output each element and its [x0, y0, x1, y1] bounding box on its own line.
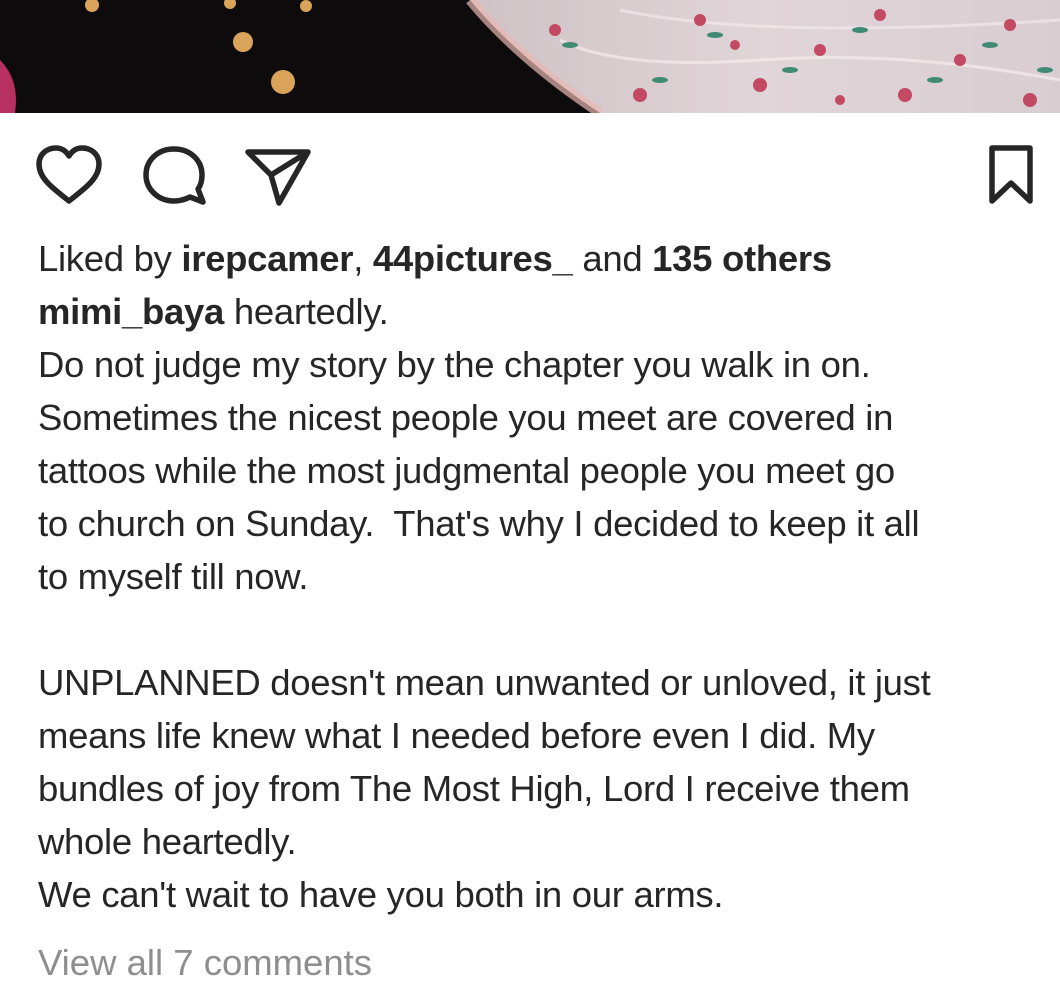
- bookmark-icon: [989, 145, 1033, 204]
- likes-separator: ,: [353, 238, 373, 279]
- likes-others-link[interactable]: 135 others: [652, 238, 832, 279]
- like-button[interactable]: [34, 145, 104, 207]
- paper-plane-icon: [245, 149, 311, 206]
- liker-username[interactable]: 44pictures_: [373, 238, 573, 279]
- likes-and: and: [572, 238, 653, 279]
- likes-line: Liked by irepcamer, 44pictures_ and 135 …: [38, 232, 1048, 285]
- caption-line: We can't wait to have you both in our ar…: [38, 874, 724, 915]
- post-photo-image: [0, 0, 1060, 113]
- caption-line: tattoos while the most judgmental people…: [38, 450, 895, 491]
- save-button[interactable]: [980, 145, 1042, 207]
- comment-button[interactable]: [140, 145, 210, 207]
- post-actions-bar: [0, 113, 1060, 233]
- comment-bubble-icon: [143, 146, 206, 205]
- caption-first-line: mimi_baya heartedly.: [38, 285, 1048, 338]
- liker-username[interactable]: irepcamer: [181, 238, 353, 279]
- caption-line: Sometimes the nicest people you meet are…: [38, 397, 894, 438]
- caption-line: bundles of joy from The Most High, Lord …: [38, 768, 910, 809]
- caption-line: to church on Sunday. That's why I decide…: [38, 503, 920, 544]
- share-button[interactable]: [243, 145, 313, 207]
- caption-text: heartedly.: [224, 291, 389, 332]
- heart-icon: [36, 145, 102, 204]
- caption-line: whole heartedly.: [38, 821, 297, 862]
- caption-username[interactable]: mimi_baya: [38, 291, 224, 332]
- likes-prefix: Liked by: [38, 238, 182, 279]
- caption-line: means life knew what I needed before eve…: [38, 715, 875, 756]
- caption-line: Do not judge my story by the chapter you…: [38, 344, 871, 385]
- caption-line: to myself till now.: [38, 556, 309, 597]
- post-text: Liked by irepcamer, 44pictures_ and 135 …: [38, 232, 1048, 921]
- caption-line: UNPLANNED doesn't mean unwanted or unlov…: [38, 662, 931, 703]
- post-photo[interactable]: [0, 0, 1060, 113]
